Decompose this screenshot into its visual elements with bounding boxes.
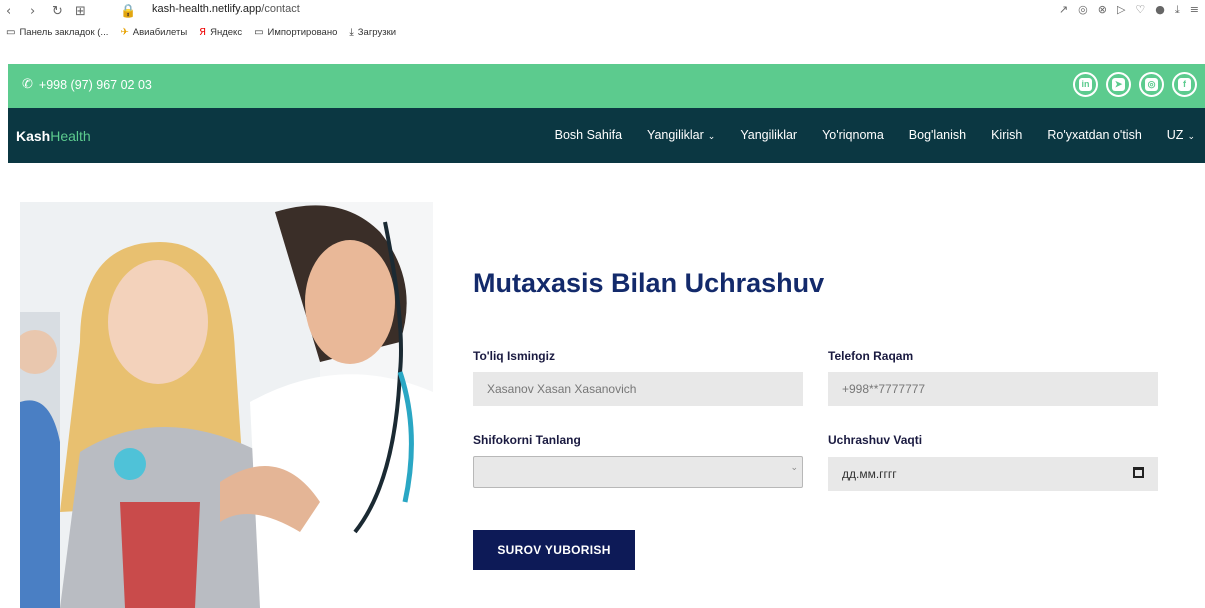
submit-request-button[interactable]: SUROV YUBORISH: [473, 530, 635, 570]
download-icon[interactable]: ⤓: [1175, 3, 1180, 17]
screenshot-icon[interactable]: ◎: [1078, 3, 1088, 17]
phone-number: +998 (97) 967 02 03: [38, 77, 152, 92]
doctor-child-photo: [20, 202, 433, 608]
phone-icon: ✆: [22, 77, 33, 92]
nav-item-guide[interactable]: Yo'riqnoma: [822, 128, 884, 142]
appointment-date-input[interactable]: дд.мм.гггг: [828, 457, 1158, 491]
main-navbar: KashHealth Bosh Sahifa Yangiliklar ⌄ Yang…: [8, 108, 1205, 163]
nav-item-home[interactable]: Bosh Sahifa: [555, 128, 622, 142]
language-selector[interactable]: UZ ⌄: [1167, 128, 1195, 142]
chevron-down-icon: ⌄: [790, 463, 798, 473]
folder-icon: ▭: [254, 26, 264, 38]
forward-icon[interactable]: ›: [30, 4, 35, 19]
facebook-icon[interactable]: f: [1172, 72, 1197, 97]
bookmark-item[interactable]: Я Яндекс: [199, 27, 242, 38]
bookmark-item[interactable]: ⤓ Загрузки: [349, 27, 396, 38]
social-links: in ➤ ◎ f: [1073, 72, 1197, 97]
nav-item-contact[interactable]: Bog'lanish: [909, 128, 966, 142]
appointment-time-label: Uchrashuv Vaqti: [828, 433, 923, 447]
calendar-icon[interactable]: [1133, 467, 1144, 478]
menu-icon[interactable]: ≡: [1190, 3, 1199, 17]
form-title: Mutaxasis Bilan Uchrashuv: [473, 268, 825, 298]
phone-input[interactable]: +998**7777777: [828, 372, 1158, 406]
bookmarks-bar: ▭ Панель закладок (... ✈ Авиабилеты Я Яндек…: [0, 22, 1205, 42]
share-icon[interactable]: ↗: [1059, 3, 1068, 17]
full-name-label: To'liq Ismingiz: [473, 349, 555, 363]
phone-label: Telefon Raqam: [828, 349, 914, 363]
linkedin-icon[interactable]: in: [1073, 72, 1098, 97]
bookmark-item[interactable]: ✈ Авиабилеты: [120, 27, 187, 38]
yandex-icon: Я: [199, 26, 207, 38]
nav-item-news-dropdown[interactable]: Yangiliklar ⌄: [647, 128, 715, 142]
nav-menu: Bosh Sahifa Yangiliklar ⌄ Yangiliklar Yo'…: [555, 128, 1195, 142]
folder-icon: ▭: [6, 26, 16, 38]
chevron-down-icon: ⌄: [1187, 131, 1195, 141]
reload-icon[interactable]: ↻: [52, 4, 63, 19]
browser-tools: ↗ ◎ ⊗ ▷ ♡ ● ⤓ ≡: [1059, 3, 1199, 17]
telegram-icon[interactable]: ➤: [1106, 72, 1131, 97]
browser-chrome: ‹ › ↻ ⊞ 🔒 kash-health.netlify.app/contac…: [0, 0, 1205, 42]
back-icon[interactable]: ‹: [6, 4, 11, 19]
phone-contact[interactable]: ✆ +998 (97) 967 02 03: [22, 77, 152, 92]
block-icon[interactable]: ⊗: [1098, 3, 1107, 17]
url-field[interactable]: kash-health.netlify.app/contact: [152, 3, 300, 15]
lock-icon: 🔒: [120, 4, 137, 19]
site-logo[interactable]: KashHealth: [16, 128, 91, 144]
address-row: ‹ › ↻ ⊞ 🔒 kash-health.netlify.app/contac…: [0, 0, 1205, 20]
nav-item-news[interactable]: Yangiliklar: [740, 128, 797, 142]
bookmark-item[interactable]: ▭ Панель закладок (...: [6, 27, 108, 38]
doctor-select[interactable]: ⌄: [473, 456, 803, 488]
play-icon[interactable]: ▷: [1117, 3, 1125, 17]
full-name-input[interactable]: Xasanov Xasan Xasanovich: [473, 372, 803, 406]
contact-topbar: ✆ +998 (97) 967 02 03 in ➤ ◎ f: [8, 64, 1205, 108]
nav-item-register[interactable]: Ro'yxatdan o'tish: [1047, 128, 1141, 142]
doctor-label: Shifokorni Tanlang: [473, 433, 581, 447]
plane-icon: ✈: [120, 26, 129, 38]
instagram-icon[interactable]: ◎: [1139, 72, 1164, 97]
heart-icon[interactable]: ♡: [1135, 3, 1145, 17]
apps-grid-icon[interactable]: ⊞: [75, 4, 86, 19]
nav-item-login[interactable]: Kirish: [991, 128, 1022, 142]
download-icon: ⤓: [349, 26, 354, 38]
bookmark-item[interactable]: ▭ Импортировано: [254, 27, 337, 38]
date-placeholder: дд.мм.гггг: [842, 467, 897, 481]
profile-icon[interactable]: ●: [1155, 3, 1165, 17]
chevron-down-icon: ⌄: [707, 131, 716, 141]
